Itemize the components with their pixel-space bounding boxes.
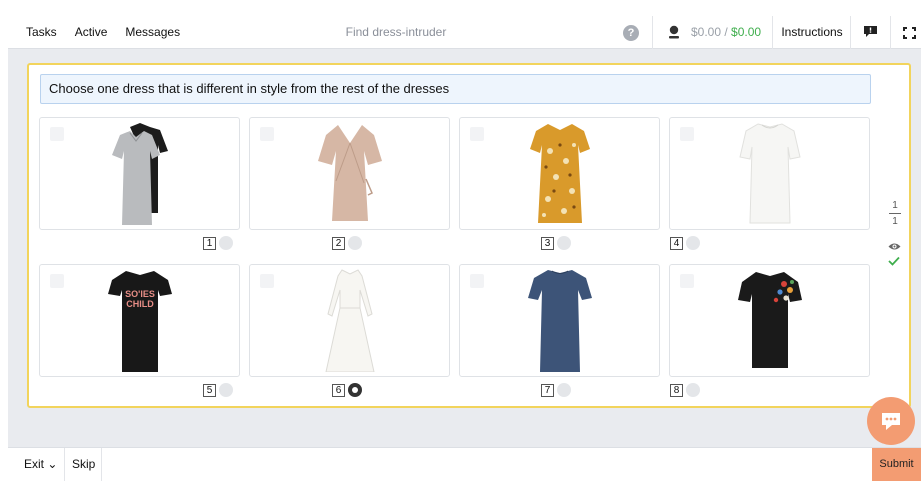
choice-radio-5[interactable] <box>219 383 233 397</box>
check-icon <box>888 256 900 266</box>
choice-4: 4 <box>670 235 700 251</box>
choice-1: 1 <box>203 235 233 251</box>
dress-card-2[interactable] <box>249 117 450 230</box>
choice-3: 3 <box>541 235 571 251</box>
expand-icon[interactable] <box>50 127 64 141</box>
divider <box>64 448 65 481</box>
balance-earned: $0.00 <box>731 24 762 39</box>
choice-radio-3[interactable] <box>557 236 571 250</box>
choice-radio-8[interactable] <box>686 383 700 397</box>
fullscreen-icon[interactable] <box>903 27 916 39</box>
nav-active[interactable]: Active <box>66 16 117 49</box>
expand-icon[interactable] <box>680 127 694 141</box>
help-icon[interactable]: ? <box>623 25 639 41</box>
exit-label: Exit <box>24 457 45 471</box>
dress-card-6[interactable] <box>249 264 450 377</box>
dress-image-mustard-floral <box>529 124 590 223</box>
dress-image-black-graphic-tee: SO'IES CHILD <box>107 271 172 372</box>
dress-image-white-maxi <box>324 269 375 372</box>
submit-button[interactable]: Submit <box>872 448 921 481</box>
support-chat-button[interactable] <box>867 397 915 445</box>
dress-card-7[interactable] <box>459 264 660 377</box>
dress-card-8[interactable] <box>669 264 870 377</box>
expand-icon[interactable] <box>260 127 274 141</box>
choice-6: 6 <box>332 382 362 398</box>
chat-bubble-icon[interactable] <box>863 25 878 38</box>
nav-tasks[interactable]: Tasks <box>8 16 66 49</box>
exit-button[interactable]: Exit ⌄ <box>24 448 57 481</box>
dress-card-4[interactable] <box>669 117 870 230</box>
graphic-text-line-2: CHILD <box>126 299 154 309</box>
dress-image-grey-and-black <box>111 123 168 225</box>
balance: $0.00 / $0.00 <box>691 16 761 49</box>
expand-icon[interactable] <box>50 274 64 288</box>
choice-8: 8 <box>670 382 700 398</box>
dress-image-beige-wrap <box>317 125 382 221</box>
chat-icon <box>882 413 900 430</box>
expand-icon[interactable] <box>470 274 484 288</box>
choice-number: 4 <box>670 236 683 250</box>
divider <box>890 16 891 49</box>
choice-number: 8 <box>670 383 683 397</box>
instructions-button[interactable]: Instructions <box>774 16 850 49</box>
choice-number: 5 <box>203 383 216 397</box>
dress-card-3[interactable] <box>459 117 660 230</box>
divider <box>850 16 851 49</box>
skip-button[interactable]: Skip <box>72 448 95 481</box>
nav-messages[interactable]: Messages <box>116 16 189 49</box>
divider <box>101 448 102 481</box>
choice-radio-1[interactable] <box>219 236 233 250</box>
expand-icon[interactable] <box>260 274 274 288</box>
balance-spent: $0.00 <box>691 24 722 39</box>
divider <box>652 16 653 49</box>
pager-divider <box>889 213 901 214</box>
choice-number: 6 <box>332 383 345 397</box>
choice-5: 5 <box>203 382 233 398</box>
expand-icon[interactable] <box>680 274 694 288</box>
dress-image-black-embroidered-tee <box>737 272 802 368</box>
task-panel: Choose one dress that is different in st… <box>27 63 911 408</box>
expand-icon[interactable] <box>470 127 484 141</box>
choice-2: 2 <box>332 235 362 251</box>
dress-card-5[interactable]: SO'IES CHILD <box>39 264 240 377</box>
balance-separator: / <box>721 24 732 39</box>
choice-number: 2 <box>332 236 345 250</box>
choice-radio-2[interactable] <box>348 236 362 250</box>
top-bar: Tasks Active Messages Find dress-intrude… <box>8 16 921 49</box>
bottom-bar: Exit ⌄ Skip Submit <box>8 447 921 481</box>
eye-icon[interactable] <box>888 242 901 251</box>
page-title: Find dress-intruder <box>345 24 447 39</box>
graphic-text-line-1: SO'IES <box>125 289 155 299</box>
choice-number: 7 <box>541 383 554 397</box>
dress-image-navy-shift <box>527 270 592 372</box>
choice-radio-4[interactable] <box>686 236 700 250</box>
choice-radio-7[interactable] <box>557 383 571 397</box>
divider <box>772 16 773 49</box>
dress-card-1[interactable] <box>39 117 240 230</box>
dress-image-white-tunic <box>738 123 801 224</box>
pager-total: 1 <box>892 216 898 227</box>
money-icon <box>669 25 679 39</box>
choice-number: 1 <box>203 236 216 250</box>
chevron-down-icon: ⌄ <box>47 457 58 471</box>
choice-number: 3 <box>541 236 554 250</box>
question-text: Choose one dress that is different in st… <box>40 74 871 104</box>
pager-current: 1 <box>892 200 898 211</box>
choice-7: 7 <box>541 382 571 398</box>
task-pager: 1 1 <box>885 200 905 227</box>
choice-radio-6[interactable] <box>348 383 362 397</box>
